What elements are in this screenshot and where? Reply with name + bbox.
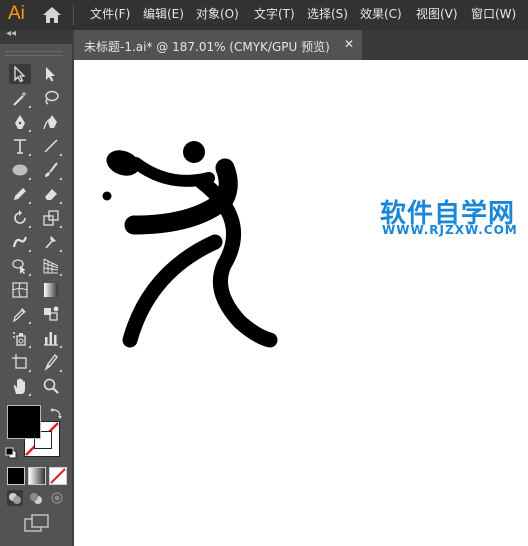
menu-select[interactable]: 选择(S) [307,7,348,21]
eyedropper-tool[interactable] [9,304,31,324]
color-mode-button[interactable] [7,467,25,485]
scale-tool[interactable] [40,208,62,228]
slice-tool[interactable] [40,352,62,372]
app-logo: Ai [8,3,25,24]
head [183,141,205,163]
fill-swatch[interactable] [7,405,41,439]
zoom-tool[interactable] [40,376,62,396]
artboard-tool[interactable] [9,352,31,372]
paddle [106,150,140,176]
pen-tool[interactable] [9,112,31,132]
menu-window[interactable]: 窗口(W) [471,7,516,21]
menu-file[interactable]: 文件(F) [90,7,130,21]
home-icon[interactable] [42,6,62,24]
draw-normal-icon[interactable] [7,490,23,506]
menu-bar: Ai 文件(F) 编辑(E) 对象(O) 文字(T) 选择(S) 效果(C) 视… [0,0,528,30]
close-icon[interactable]: ✕ [344,37,354,51]
menu-edit[interactable]: 编辑(E) [143,7,184,21]
draw-behind-icon[interactable] [28,490,44,506]
table-tennis-pictogram [122,157,278,348]
menu-object[interactable]: 对象(O) [196,7,239,21]
direct-selection-tool[interactable] [40,64,62,84]
artwork [102,141,278,348]
warp-tool[interactable] [9,232,31,252]
hand-tool[interactable] [9,376,31,396]
menu-effect[interactable]: 效果(C) [360,7,402,21]
selection-tool[interactable] [9,64,31,84]
lasso-tool[interactable] [40,88,62,108]
perspective-grid-tool[interactable] [40,256,62,276]
default-fill-stroke-icon[interactable] [5,444,17,459]
collapse-panel-icon[interactable]: ◂◂ [6,28,16,39]
swap-fill-stroke-icon[interactable] [49,405,63,419]
menu-view[interactable]: 视图(V) [416,7,458,21]
magic-wand-tool[interactable] [9,88,31,108]
panel-grip[interactable] [5,51,63,56]
gradient-mode-button[interactable] [28,467,46,485]
document-tab-bar: 未标题-1.ai* @ 187.01% (CMYK/GPU 预览) ✕ [74,30,528,60]
column-graph-tool[interactable] [40,328,62,348]
ball [102,191,112,201]
front-leg [122,234,223,348]
rotate-tool[interactable] [9,208,31,228]
ellipse-tool[interactable] [9,160,31,180]
tools-panel-header: ◂◂ [0,28,74,44]
type-tool[interactable] [9,136,31,156]
puppet-warp-tool[interactable] [40,232,62,252]
document-tab[interactable]: 未标题-1.ai* @ 187.01% (CMYK/GPU 预览) ✕ [74,30,362,60]
pencil-tool[interactable] [9,184,31,204]
artboard-canvas[interactable] [74,60,528,546]
eraser-tool[interactable] [40,184,62,204]
none-mode-button[interactable] [49,467,67,485]
menu-type[interactable]: 文字(T) [254,7,295,21]
menu-separator [73,5,74,25]
symbol-sprayer-tool[interactable] [9,328,31,348]
watermark-url: WWW.RJZXW.COM [382,223,518,237]
line-segment-tool[interactable] [40,136,62,156]
gradient-tool[interactable] [40,280,62,300]
curvature-tool[interactable] [40,112,62,132]
paintbrush-tool[interactable] [40,160,62,180]
mesh-tool[interactable] [9,280,31,300]
document-tab-label: 未标题-1.ai* @ 187.01% (CMYK/GPU 预览) [84,40,330,54]
blend-tool[interactable] [40,304,62,324]
screen-mode-icon[interactable] [24,514,50,532]
shape-builder-tool[interactable] [9,256,31,276]
draw-inside-icon[interactable] [49,490,65,506]
